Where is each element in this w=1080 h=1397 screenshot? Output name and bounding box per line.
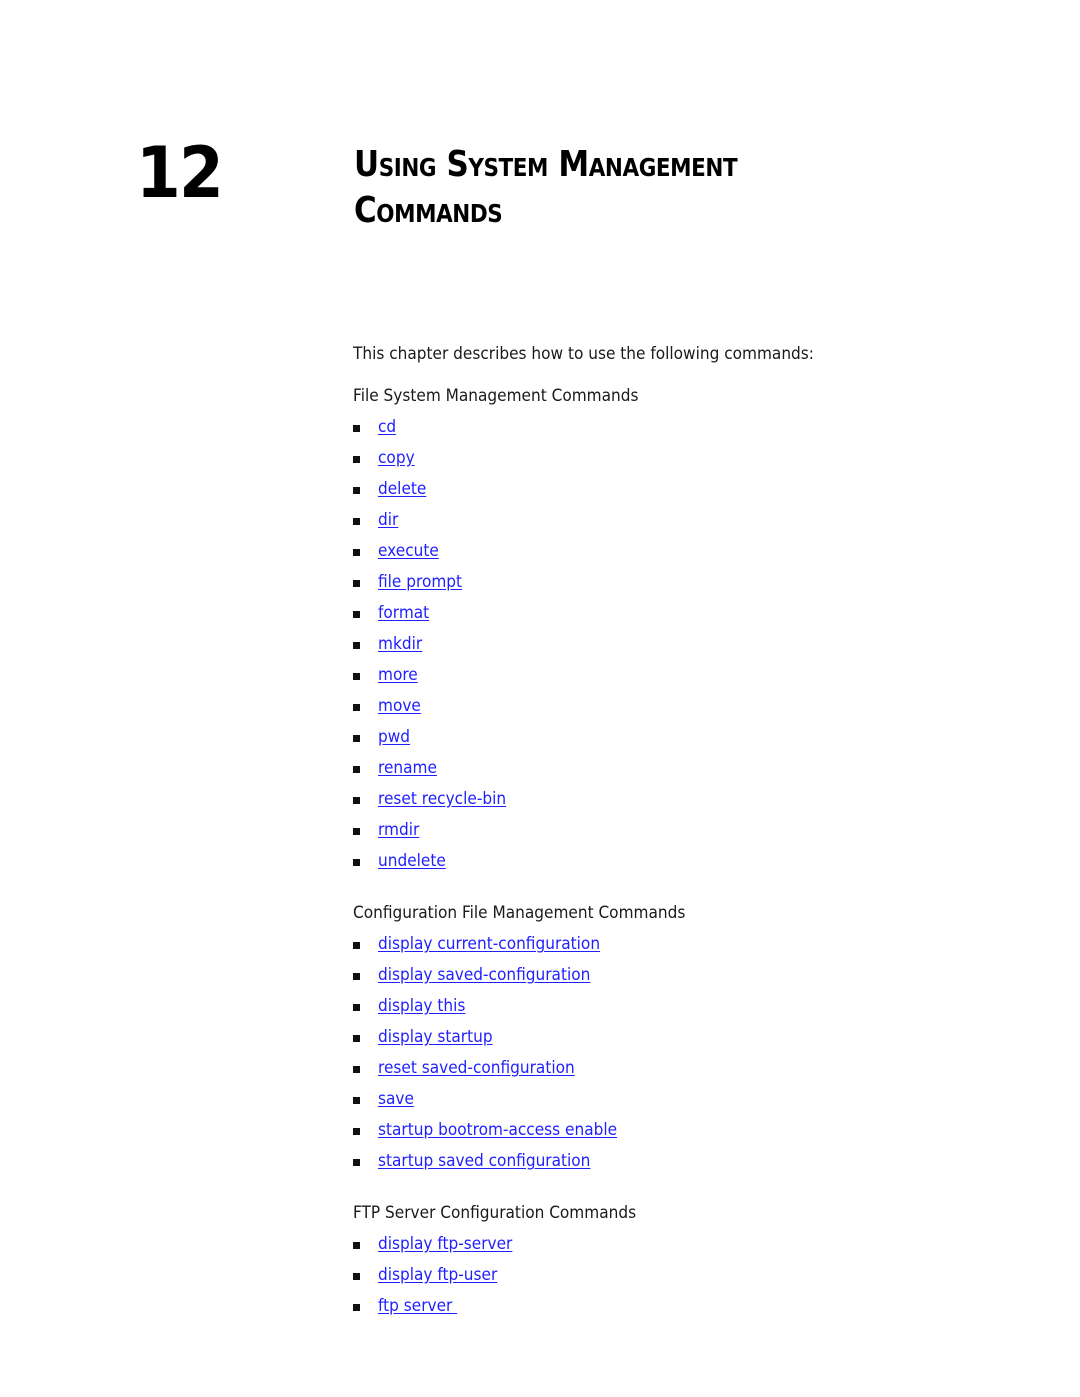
- list-item: display this: [353, 996, 993, 1027]
- list-item: reset saved-configuration: [353, 1058, 993, 1089]
- list-item: delete: [353, 479, 993, 510]
- bullet-square-icon: [353, 704, 360, 711]
- command-link-display-this[interactable]: display this: [378, 996, 465, 1016]
- bullet-square-icon: [353, 1066, 360, 1073]
- command-link-pwd[interactable]: pwd: [378, 727, 410, 747]
- command-list: display ftp-server display ftp-user ftp …: [353, 1234, 993, 1327]
- list-item: more: [353, 665, 993, 696]
- chapter-title: Using System Management Commands: [354, 142, 738, 234]
- list-item: startup bootrom-access enable: [353, 1120, 993, 1151]
- command-link-delete[interactable]: delete: [378, 479, 426, 499]
- command-link-file-prompt[interactable]: file prompt: [378, 572, 462, 592]
- chapter-content: This chapter describes how to use the fo…: [353, 344, 993, 1348]
- bullet-square-icon: [353, 1035, 360, 1042]
- command-link-dir[interactable]: dir: [378, 510, 398, 530]
- command-link-execute[interactable]: execute: [378, 541, 439, 561]
- list-item: mkdir: [353, 634, 993, 665]
- command-link-startup-saved-configuration[interactable]: startup saved configuration: [378, 1151, 590, 1171]
- bullet-square-icon: [353, 1159, 360, 1166]
- command-link-display-current-configuration[interactable]: display current-configuration: [378, 934, 600, 954]
- chapter-title-line-1: Using System Management: [354, 144, 738, 185]
- list-item: display saved-configuration: [353, 965, 993, 996]
- list-item: pwd: [353, 727, 993, 758]
- command-link-display-startup[interactable]: display startup: [378, 1027, 493, 1047]
- list-item: display current-configuration: [353, 934, 993, 965]
- bullet-square-icon: [353, 673, 360, 680]
- section-heading: FTP Server Configuration Commands: [353, 1203, 637, 1222]
- list-item: rename: [353, 758, 993, 789]
- list-item: copy: [353, 448, 993, 479]
- command-link-undelete[interactable]: undelete: [378, 851, 446, 871]
- command-link-save[interactable]: save: [378, 1089, 414, 1109]
- list-item: display ftp-server: [353, 1234, 993, 1265]
- list-item: display startup: [353, 1027, 993, 1058]
- chapter-title-line-2: Commands: [354, 190, 503, 231]
- list-item: rmdir: [353, 820, 993, 851]
- list-item: startup saved configuration: [353, 1151, 993, 1182]
- list-item: format: [353, 603, 993, 634]
- bullet-square-icon: [353, 425, 360, 432]
- bullet-square-icon: [353, 1242, 360, 1249]
- section-file-system: File System Management Commands cd copy …: [353, 386, 993, 882]
- command-link-rmdir[interactable]: rmdir: [378, 820, 419, 840]
- list-item: save: [353, 1089, 993, 1120]
- command-list: display current-configuration display sa…: [353, 934, 993, 1182]
- bullet-square-icon: [353, 766, 360, 773]
- command-link-display-saved-configuration[interactable]: display saved-configuration: [378, 965, 590, 985]
- bullet-square-icon: [353, 859, 360, 866]
- bullet-square-icon: [353, 549, 360, 556]
- section-heading: File System Management Commands: [353, 386, 639, 405]
- list-item: cd: [353, 417, 993, 448]
- bullet-square-icon: [353, 1128, 360, 1135]
- bullet-square-icon: [353, 1097, 360, 1104]
- command-link-reset-recycle-bin[interactable]: reset recycle-bin: [378, 789, 506, 809]
- section-configuration-file: Configuration File Management Commands d…: [353, 903, 993, 1182]
- command-list: cd copy delete dir execute file prompt f…: [353, 417, 993, 882]
- section-ftp-server: FTP Server Configuration Commands displa…: [353, 1203, 993, 1327]
- bullet-square-icon: [353, 1004, 360, 1011]
- list-item: reset recycle-bin: [353, 789, 993, 820]
- list-item: ftp server: [353, 1296, 993, 1327]
- command-link-copy[interactable]: copy: [378, 448, 415, 468]
- command-link-ftp-server[interactable]: ftp server: [378, 1296, 457, 1316]
- bullet-square-icon: [353, 518, 360, 525]
- list-item: execute: [353, 541, 993, 572]
- command-link-move[interactable]: move: [378, 696, 421, 716]
- bullet-square-icon: [353, 611, 360, 618]
- bullet-square-icon: [353, 735, 360, 742]
- list-item: display ftp-user: [353, 1265, 993, 1296]
- bullet-square-icon: [353, 828, 360, 835]
- intro-text: This chapter describes how to use the fo…: [353, 344, 814, 363]
- command-link-mkdir[interactable]: mkdir: [378, 634, 422, 654]
- command-link-reset-saved-configuration[interactable]: reset saved-configuration: [378, 1058, 575, 1078]
- bullet-square-icon: [353, 973, 360, 980]
- bullet-square-icon: [353, 797, 360, 804]
- bullet-square-icon: [353, 456, 360, 463]
- command-link-display-ftp-user[interactable]: display ftp-user: [378, 1265, 497, 1285]
- command-link-display-ftp-server[interactable]: display ftp-server: [378, 1234, 512, 1254]
- bullet-square-icon: [353, 642, 360, 649]
- bullet-square-icon: [353, 1273, 360, 1280]
- list-item: file prompt: [353, 572, 993, 603]
- bullet-square-icon: [353, 580, 360, 587]
- bullet-square-icon: [353, 942, 360, 949]
- command-link-format[interactable]: format: [378, 603, 429, 623]
- command-link-rename[interactable]: rename: [378, 758, 437, 778]
- command-link-startup-bootrom-access-enable[interactable]: startup bootrom-access enable: [378, 1120, 617, 1140]
- command-link-cd[interactable]: cd: [378, 417, 396, 437]
- list-item: move: [353, 696, 993, 727]
- bullet-square-icon: [353, 487, 360, 494]
- bullet-square-icon: [353, 1304, 360, 1311]
- section-heading: Configuration File Management Commands: [353, 903, 686, 922]
- command-link-more[interactable]: more: [378, 665, 418, 685]
- list-item: dir: [353, 510, 993, 541]
- chapter-number: 12: [136, 132, 224, 214]
- list-item: undelete: [353, 851, 993, 882]
